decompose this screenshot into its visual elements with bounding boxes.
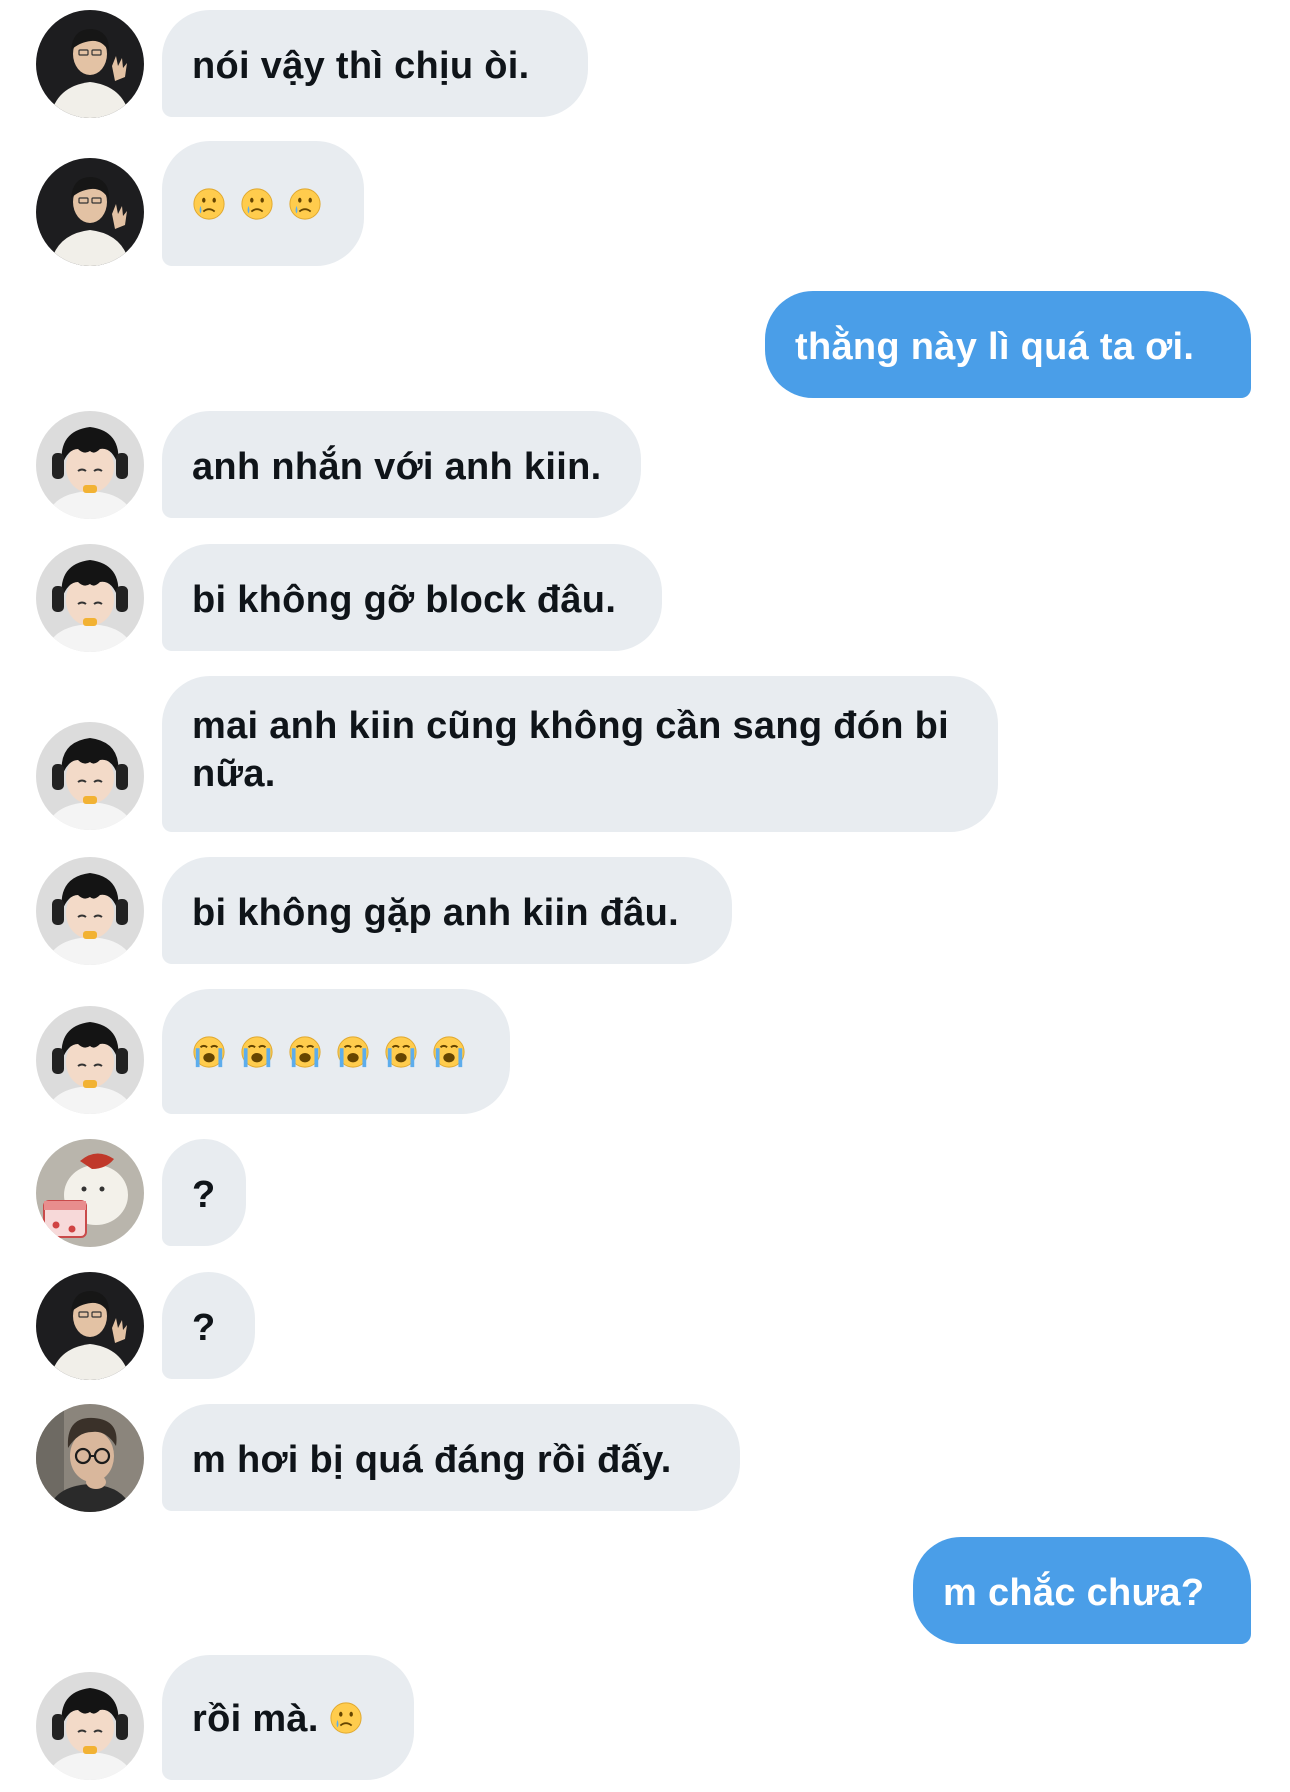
- loudly-crying-face-emoji-icon: [337, 1036, 369, 1068]
- message-bubble[interactable]: bi không gặp anh kiin đâu.: [162, 857, 732, 964]
- avatar-cartoon-bear-icon: [36, 1139, 144, 1247]
- message-bubble[interactable]: m chắc chưa?: [913, 1537, 1251, 1644]
- avatar[interactable]: [36, 1139, 144, 1247]
- message-bubble[interactable]: bi không gỡ block đâu.: [162, 544, 662, 651]
- avatar[interactable]: [36, 1006, 144, 1114]
- message-text: bi không gặp anh kiin đâu.: [192, 892, 680, 934]
- loudly-crying-face-emoji-icon: [289, 1036, 321, 1068]
- avatar-boy-headphones-icon: [36, 411, 144, 519]
- message-bubble[interactable]: ?: [162, 1272, 255, 1379]
- chat-thread: nói vậy thì chịu òi. thằng này lì quá ta…: [0, 0, 1290, 1792]
- avatar[interactable]: [36, 1272, 144, 1380]
- avatar-man-white-shirt-icon: [36, 158, 144, 266]
- crying-face-emoji-icon: [330, 1702, 362, 1734]
- loudly-crying-face-emoji-icon: [433, 1036, 465, 1068]
- message-bubble[interactable]: m hơi bị quá đáng rồi đấy.: [162, 1404, 740, 1511]
- avatar-boy-headphones-icon: [36, 544, 144, 652]
- message-text: thằng này lì quá ta ơi.: [795, 326, 1195, 368]
- crying-face-emoji-icon: [241, 188, 273, 220]
- message-text: nói vậy thì chịu òi.: [192, 45, 530, 87]
- message-text: bi không gỡ block đâu.: [192, 579, 617, 621]
- loudly-crying-face-emoji-icon: [241, 1036, 273, 1068]
- avatar-man-white-shirt-icon: [36, 10, 144, 118]
- avatar[interactable]: [36, 857, 144, 965]
- message-bubble[interactable]: mai anh kiin cũng không cần sang đón bi …: [162, 676, 998, 832]
- avatar[interactable]: [36, 10, 144, 118]
- avatar[interactable]: [36, 1404, 144, 1512]
- loudly-crying-face-emoji-icon: [193, 1036, 225, 1068]
- message-text: anh nhắn với anh kiin.: [192, 446, 602, 488]
- avatar[interactable]: [36, 544, 144, 652]
- message-text: ?: [192, 1174, 216, 1216]
- message-bubble[interactable]: [162, 141, 364, 266]
- avatar-man-white-shirt-icon: [36, 1272, 144, 1380]
- avatar-man-glasses-icon: [36, 1404, 144, 1512]
- avatar[interactable]: [36, 411, 144, 519]
- loudly-crying-face-emoji-icon: [385, 1036, 417, 1068]
- avatar-boy-headphones-icon: [36, 722, 144, 830]
- message-bubble[interactable]: thằng này lì quá ta ơi.: [765, 291, 1251, 398]
- message-text: m hơi bị quá đáng rồi đấy.: [192, 1439, 672, 1481]
- message-bubble[interactable]: anh nhắn với anh kiin.: [162, 411, 641, 518]
- message-text: rồi mà.: [192, 1698, 319, 1740]
- avatar[interactable]: [36, 1672, 144, 1780]
- avatar-boy-headphones-icon: [36, 1672, 144, 1780]
- message-text: ?: [192, 1307, 216, 1349]
- message-bubble[interactable]: [162, 989, 510, 1114]
- message-bubble[interactable]: nói vậy thì chịu òi.: [162, 10, 588, 117]
- message-bubble[interactable]: rồi mà.: [162, 1655, 414, 1780]
- avatar[interactable]: [36, 722, 144, 830]
- avatar-boy-headphones-icon: [36, 857, 144, 965]
- message-text: m chắc chưa?: [943, 1572, 1205, 1614]
- crying-face-emoji-icon: [193, 188, 225, 220]
- avatar[interactable]: [36, 158, 144, 266]
- message-bubble[interactable]: ?: [162, 1139, 246, 1246]
- message-text: mai anh kiin cũng không cần sang đón bi …: [192, 705, 949, 795]
- avatar-boy-headphones-icon: [36, 1006, 144, 1114]
- crying-face-emoji-icon: [289, 188, 321, 220]
